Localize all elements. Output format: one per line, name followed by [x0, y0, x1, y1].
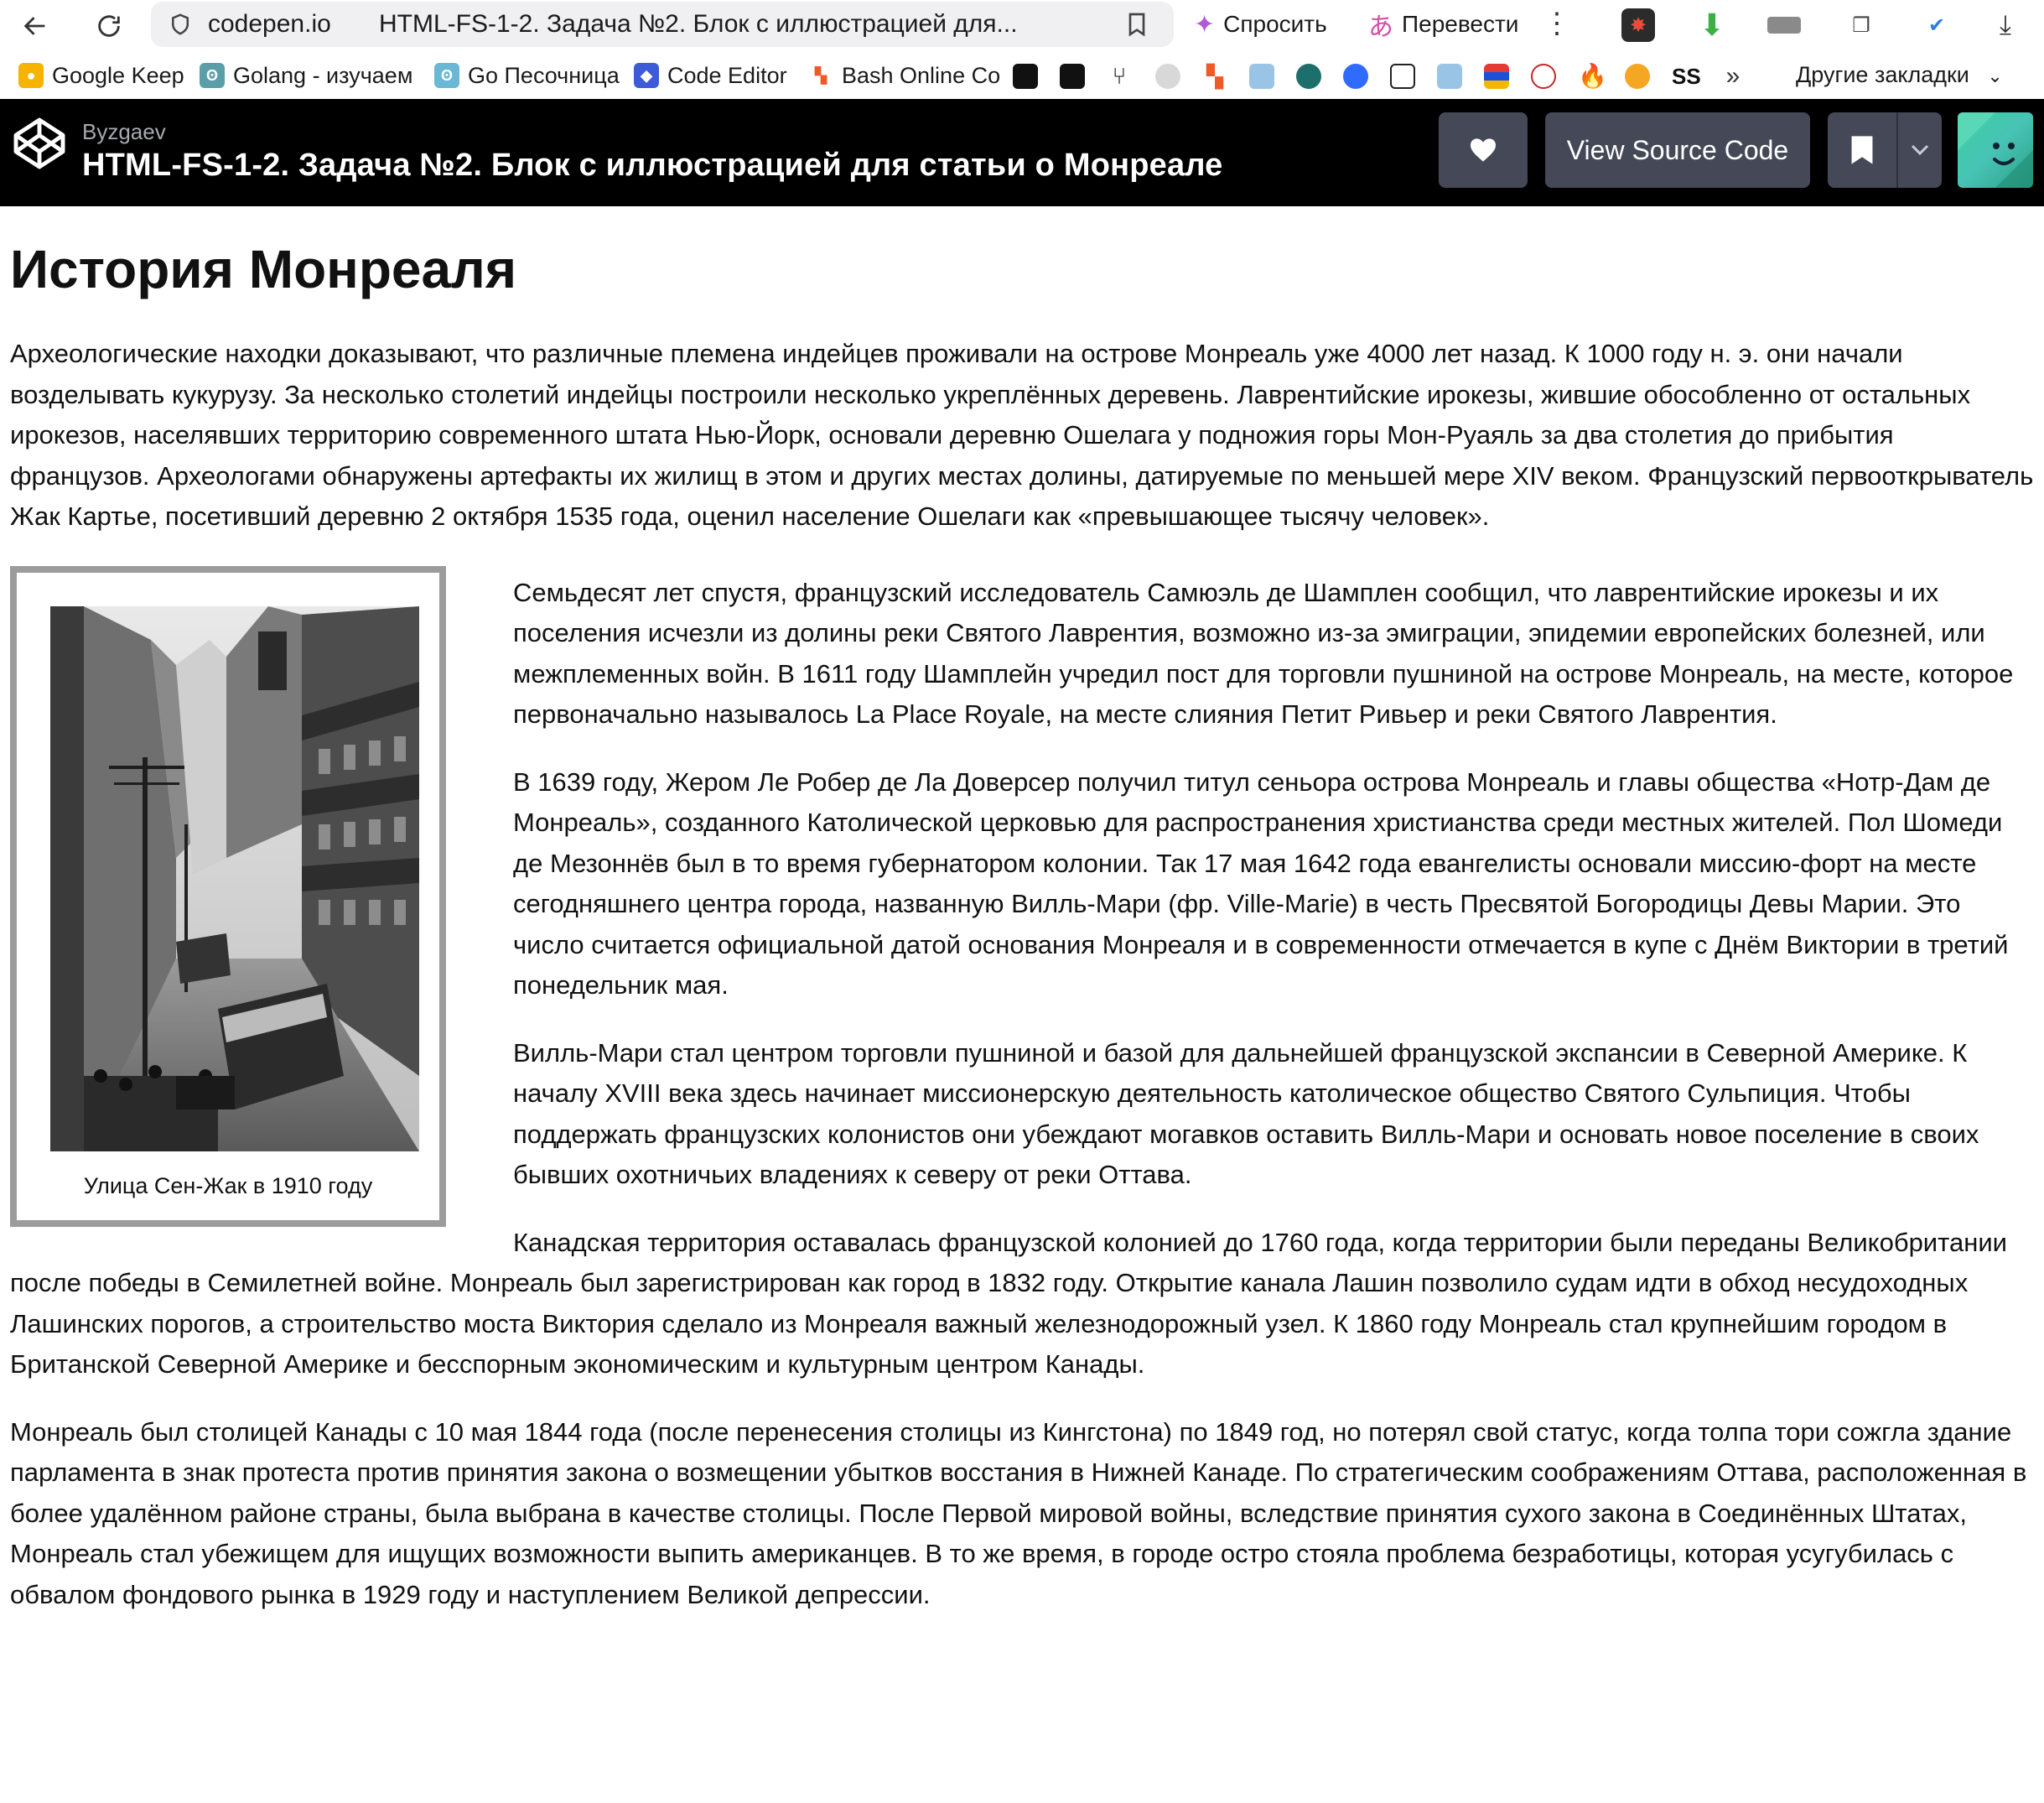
fork-icon[interactable]: ⑂: [1107, 64, 1132, 89]
street-photo: [50, 605, 419, 1151]
address-page-title: HTML-FS-1-2. Задача №2. Блок с иллюстрац…: [379, 10, 1018, 38]
bash-icon: ▚: [808, 63, 833, 88]
download-arrow-icon[interactable]: ⬇: [1695, 8, 1729, 42]
bookmark-icon: [1851, 136, 1873, 164]
fire-icon[interactable]: 🔥: [1578, 64, 1607, 89]
like-button[interactable]: [1439, 112, 1528, 188]
article-paragraph: Археологические находки доказывают, что …: [10, 339, 2034, 531]
ss-icon[interactable]: SS: [1672, 64, 1701, 89]
figure-caption: Улица Сен-Жак в 1910 году: [83, 1172, 373, 1198]
bookmarks-bar: ● Google Keep ʘ Golang - изучаем ʘ Go Пе…: [0, 52, 2044, 99]
shield-icon: [172, 13, 189, 35]
orange-circle-icon[interactable]: [1625, 64, 1650, 89]
bookmark-label: Go Песочница: [468, 62, 620, 88]
ai-chat-icon: ✦: [1194, 10, 1216, 39]
terminal-icon[interactable]: [1013, 64, 1038, 89]
bash-icon[interactable]: ▚: [1202, 64, 1227, 89]
heart-icon: [1471, 138, 1496, 162]
bookmark-label: Code Editor: [667, 62, 787, 88]
code-editor-icon: ◆: [634, 63, 659, 88]
bookmark-icon[interactable]: [1123, 11, 1150, 38]
article-paragraph: Канадская территория оставалась французс…: [10, 1227, 2007, 1380]
profile-check-icon[interactable]: ✔: [1920, 8, 1953, 42]
translate-button-label: Перевести: [1402, 11, 1519, 37]
target-icon[interactable]: [1531, 64, 1556, 89]
article-paragraph: Монреаль был столицей Канады с 10 мая 18…: [10, 1416, 2027, 1609]
downloads-icon[interactable]: ⤓: [1989, 8, 2022, 42]
translate-icon: あ: [1368, 13, 1393, 41]
chevron-down-icon: ⌄: [1987, 65, 2003, 86]
reload-button[interactable]: [89, 6, 129, 46]
more-menu-icon[interactable]: ⋮: [1543, 7, 1571, 40]
translate-button[interactable]: あ Перевести: [1360, 2, 1527, 47]
address-domain: codepen.io: [208, 10, 331, 38]
cube-icon[interactable]: [1390, 64, 1415, 89]
pen-author[interactable]: Byzgaev: [82, 119, 166, 145]
bookmark-label: Bash Online Co: [842, 62, 1001, 88]
ask-button-label: Спросить: [1223, 11, 1327, 37]
view-source-button[interactable]: View Source Code: [1545, 112, 1810, 188]
extension-gray-icon[interactable]: [1767, 8, 1801, 42]
arrow-left-icon: [23, 17, 45, 35]
address-bar[interactable]: codepen.io HTML-FS-1-2. Задача №2. Блок …: [151, 2, 1174, 47]
hackerrank-icon[interactable]: [1060, 64, 1085, 89]
blue-diamond-icon[interactable]: [1343, 64, 1368, 89]
chevron-down-icon: [1911, 144, 1929, 156]
bookmark-google-keep[interactable]: ● Google Keep: [18, 59, 184, 92]
snowflake-icon[interactable]: [1249, 64, 1274, 89]
extension-puzzle-icon[interactable]: ✸: [1621, 8, 1655, 42]
bookmark-dropdown[interactable]: [1898, 112, 1942, 188]
chatgpt-icon[interactable]: [1296, 64, 1321, 89]
more-bookmarks-icon[interactable]: »: [1720, 64, 1746, 89]
keep-icon: ●: [18, 63, 44, 88]
gopher-icon: ʘ: [434, 63, 459, 88]
bookmark-golang[interactable]: ʘ Golang - изучаем: [200, 59, 414, 92]
bookmark-toggle[interactable]: [1828, 112, 1898, 188]
other-bookmarks-label: Другие закладки: [1796, 62, 1969, 87]
article-heading: История Монреаля: [10, 239, 517, 299]
user-avatar[interactable]: [1958, 112, 2033, 188]
ask-button[interactable]: ✦ Спросить: [1182, 2, 1339, 47]
collections-icon[interactable]: ❐: [1844, 8, 1878, 42]
bookmark-go-playground[interactable]: ʘ Go Песочница: [434, 59, 620, 92]
reload-icon: [98, 15, 120, 37]
bookmark-label: Golang - изучаем: [233, 62, 413, 88]
globe-icon[interactable]: [1155, 64, 1180, 89]
bookmark-label: Google Keep: [52, 62, 184, 88]
flag-icon[interactable]: [1484, 64, 1509, 89]
browser-toolbar: codepen.io HTML-FS-1-2. Задача №2. Блок …: [0, 0, 2044, 52]
back-button[interactable]: [15, 6, 55, 46]
smiley-face-icon: [1958, 112, 2033, 188]
other-bookmarks[interactable]: Другие закладки ⌄: [1796, 62, 2003, 88]
article-figure: Улица Сен-Жак в 1910 году: [10, 565, 446, 1227]
gopher-icon: ʘ: [200, 63, 225, 88]
codepen-logo-icon[interactable]: [10, 114, 69, 173]
pen-title: HTML-FS-1-2. Задача №2. Блок с иллюстрац…: [82, 148, 1223, 183]
bookmark-bash-online[interactable]: ▚ Bash Online Co: [808, 59, 1018, 92]
article: История Монреаля Археологические находки…: [10, 206, 2034, 1615]
codepen-header: Byzgaev HTML-FS-1-2. Задача №2. Блок с и…: [0, 99, 2044, 206]
snowflake-icon[interactable]: [1437, 64, 1462, 89]
bookmark-code-editor[interactable]: ◆ Code Editor: [634, 59, 787, 92]
bookmark-pen-button[interactable]: [1828, 112, 1942, 188]
